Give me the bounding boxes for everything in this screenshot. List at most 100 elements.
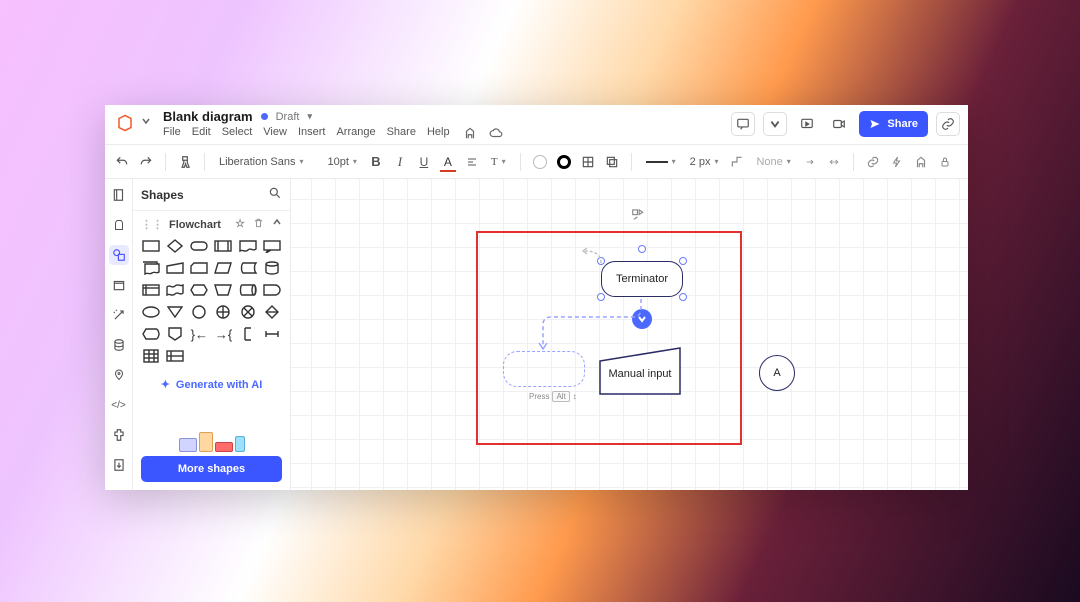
stroke-color-button[interactable] [555,153,573,171]
pin-section-icon[interactable]: ☆ [235,217,245,232]
menu-arrange[interactable]: Arrange [336,126,375,143]
text-style-button[interactable]: T▾ [487,154,510,170]
shape-direct-data[interactable] [238,282,258,298]
rail-frame-icon[interactable] [109,275,129,295]
shape-delay[interactable] [262,282,282,298]
shape-multidoc[interactable] [141,260,161,276]
node-manual-input[interactable]: Manual input [599,347,681,395]
shape-options-button[interactable] [579,153,597,171]
shape-rectangle[interactable] [141,238,161,254]
shape-papertape[interactable] [165,282,185,298]
section-header-flowchart[interactable]: ⋮⋮Flowchart ☆ [141,217,282,232]
undo-button[interactable] [113,153,131,171]
italic-button[interactable]: I [391,153,409,171]
context-toolbar[interactable] [631,207,645,221]
copy-link-button[interactable] [936,112,960,136]
arrow-both-button[interactable] [825,153,843,171]
delete-section-icon[interactable] [253,217,264,232]
rail-code-icon[interactable]: </> [109,395,129,415]
shape-offpage[interactable] [165,326,185,342]
shape-swimlane[interactable] [165,348,185,364]
shape-internal[interactable] [141,282,161,298]
shape-database[interactable] [262,260,282,276]
line-routing-button[interactable] [728,153,746,171]
shape-callout[interactable] [262,238,282,254]
shape-note[interactable] [238,326,258,342]
shape-sort[interactable] [262,304,282,320]
link-button[interactable] [864,153,882,171]
app-switcher-chevron-icon[interactable] [141,116,151,129]
font-size-select[interactable]: 10pt▾ [323,154,360,170]
bold-button[interactable]: B [367,153,385,171]
rail-magic-icon[interactable] [109,305,129,325]
rail-containers-icon[interactable] [109,215,129,235]
shape-connector[interactable] [262,326,282,342]
menu-help[interactable]: Help [427,126,450,143]
app-logo[interactable] [115,113,135,133]
align-button[interactable] [463,153,481,171]
share-button[interactable]: Share [859,111,928,137]
shape-predefined[interactable] [213,238,233,254]
line-width-select[interactable]: 2 px▾ [686,154,723,170]
visibility-button[interactable] [912,153,930,171]
shape-display[interactable] [141,326,161,342]
doc-title[interactable]: Blank diagram [163,109,253,124]
shape-ellipse[interactable] [141,304,161,320]
menu-extensions-icon[interactable] [463,126,477,143]
font-color-button[interactable]: A [439,153,457,171]
rail-import-icon[interactable] [109,455,129,475]
generate-ai-button[interactable]: ✦ Generate with AI [141,378,282,391]
shape-sum[interactable] [213,304,233,320]
shape-brace-left[interactable]: →{ [213,326,233,342]
menu-file[interactable]: File [163,126,181,143]
rail-plugins-icon[interactable] [109,425,129,445]
more-dropdown[interactable] [763,112,787,136]
menu-share[interactable]: Share [387,126,416,143]
redo-button[interactable] [137,153,155,171]
shape-manual-op[interactable] [213,282,233,298]
fill-color-button[interactable] [531,153,549,171]
shape-circle[interactable] [189,304,209,320]
arrow-right-button[interactable] [801,153,819,171]
rail-data-icon[interactable] [109,335,129,355]
shape-diamond[interactable] [165,238,185,254]
menu-edit[interactable]: Edit [192,126,211,143]
rail-shapes-icon[interactable] [109,245,129,265]
collapse-section-icon[interactable] [272,217,282,232]
format-painter-button[interactable] [176,153,194,171]
node-terminator[interactable]: Terminator [601,261,683,297]
menu-view[interactable]: View [263,126,287,143]
ghost-terminator[interactable] [503,351,585,387]
line-style-select[interactable]: ▾ [642,155,680,168]
menu-insert[interactable]: Insert [298,126,326,143]
menu-cloud-icon[interactable] [488,126,504,143]
shape-triangle[interactable] [165,304,185,320]
shape-table[interactable] [141,348,161,364]
more-shapes-button[interactable]: More shapes [141,456,282,482]
rail-location-icon[interactable] [109,365,129,385]
arrow-end-select[interactable]: None▾ [752,154,794,170]
comments-button[interactable] [731,112,755,136]
search-shapes-icon[interactable] [268,186,282,203]
font-select[interactable]: Liberation Sans▾ [215,154,307,170]
shape-data[interactable] [213,260,233,276]
shape-stored-data[interactable] [238,260,258,276]
shape-brace-right[interactable]: }← [189,326,209,342]
drag-handle-icon[interactable]: ⋮⋮ [141,218,163,231]
shape-hexagon[interactable] [189,282,209,298]
present-button[interactable] [795,112,819,136]
shape-card[interactable] [189,260,209,276]
canvas[interactable]: Terminator Press Alt ↕ [291,179,968,490]
lock-button[interactable] [936,153,954,171]
record-button[interactable] [827,112,851,136]
layers-button[interactable] [603,153,621,171]
shape-terminator[interactable] [189,238,209,254]
rail-pages-icon[interactable] [109,185,129,205]
node-connector-a[interactable]: A [759,355,795,391]
shape-document[interactable] [238,238,258,254]
doc-status[interactable]: Draft [276,111,300,123]
shape-or[interactable] [238,304,258,320]
action-button[interactable] [888,153,906,171]
status-caret-icon[interactable]: ▾ [307,111,312,122]
underline-button[interactable]: U [415,153,433,171]
